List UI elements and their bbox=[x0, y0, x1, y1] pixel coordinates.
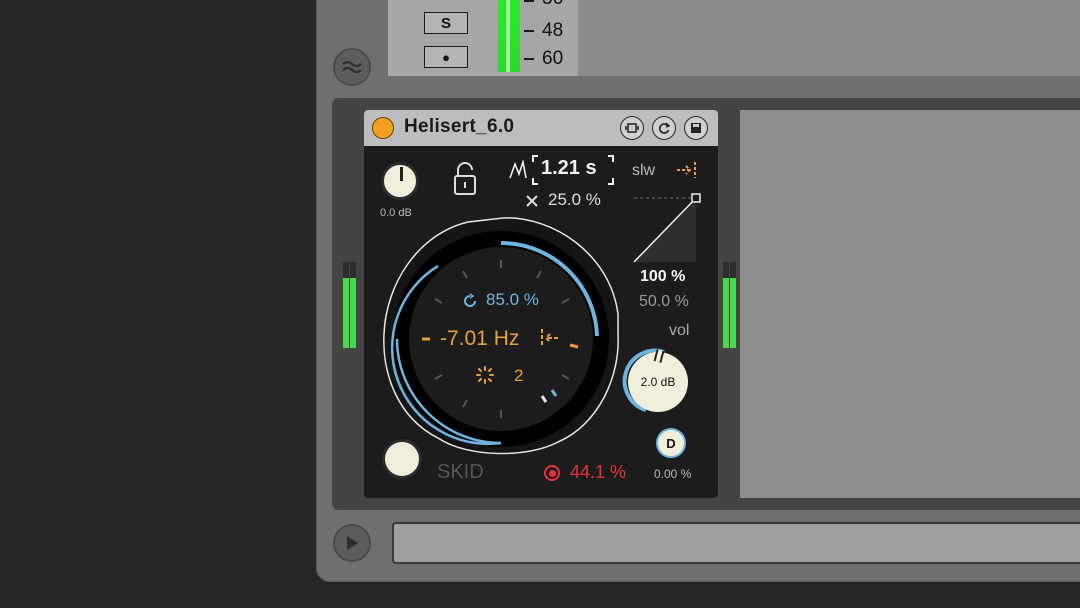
play-icon[interactable] bbox=[333, 524, 371, 562]
dry-knob-label: D bbox=[666, 435, 676, 451]
curve-top-value[interactable]: 100 % bbox=[640, 268, 685, 286]
slide-right-icon[interactable] bbox=[676, 160, 700, 184]
time-value: 1.21 s bbox=[541, 157, 597, 179]
save-icon[interactable] bbox=[684, 116, 708, 140]
steps-value[interactable]: 2 bbox=[514, 366, 523, 386]
record-icon[interactable] bbox=[544, 465, 560, 481]
refresh-icon[interactable] bbox=[652, 116, 676, 140]
bottom-clip-bar[interactable] bbox=[392, 522, 1080, 564]
input-gain-knob[interactable] bbox=[381, 162, 419, 200]
dry-value: 0.00 % bbox=[654, 467, 692, 481]
record-value[interactable]: 44.1 % bbox=[570, 462, 626, 483]
multiply-icon bbox=[525, 193, 539, 212]
output-meter-right bbox=[730, 262, 736, 348]
scale-tick bbox=[524, 30, 534, 32]
track-level-meter-highlight bbox=[506, 0, 510, 72]
curve-bottom-value[interactable]: 50.0 % bbox=[639, 293, 689, 311]
scale-label: 60 bbox=[542, 48, 564, 69]
scale-label: 48 bbox=[542, 20, 564, 41]
scale-tick bbox=[524, 0, 534, 2]
solo-button[interactable]: S bbox=[424, 12, 468, 34]
curve-editor[interactable] bbox=[632, 190, 702, 264]
skid-label: SKID bbox=[437, 461, 484, 483]
speed-icon bbox=[462, 293, 478, 313]
input-meter-left bbox=[343, 262, 349, 348]
frequency-value[interactable]: -7.01 Hz bbox=[440, 327, 519, 351]
multiplier-value[interactable]: 25.0 % bbox=[548, 190, 601, 210]
skid-button[interactable] bbox=[382, 439, 422, 479]
input-meter-right bbox=[350, 262, 356, 348]
scale-label: 36 bbox=[542, 0, 563, 10]
helisert-device: Helisert_6.0 0.0 dB 1.21 s 25.0 % slw 10… bbox=[364, 110, 718, 498]
vol-knob-value: 2.0 dB bbox=[640, 375, 676, 389]
expand-icon[interactable] bbox=[620, 116, 644, 140]
envelope-icon bbox=[508, 158, 530, 184]
vol-knob[interactable]: 2.0 dB bbox=[628, 349, 688, 412]
wave-icon[interactable] bbox=[333, 48, 371, 86]
steps-icon bbox=[476, 366, 494, 388]
speed-value[interactable]: 85.0 % bbox=[486, 290, 539, 310]
slw-label[interactable]: slw bbox=[632, 162, 655, 180]
device-power-button[interactable] bbox=[372, 117, 394, 139]
device-title: Helisert_6.0 bbox=[404, 116, 515, 137]
lock-icon[interactable] bbox=[452, 160, 478, 200]
record-arm-button[interactable]: ● bbox=[424, 46, 468, 68]
device-drop-area[interactable] bbox=[740, 110, 1080, 498]
output-meter-left bbox=[723, 262, 729, 348]
time-display[interactable]: 1.21 s bbox=[532, 154, 614, 185]
scale-tick bbox=[524, 58, 534, 60]
sync-left-icon[interactable] bbox=[538, 326, 562, 354]
dry-knob[interactable]: D bbox=[656, 428, 686, 458]
vol-label: vol bbox=[669, 322, 690, 339]
